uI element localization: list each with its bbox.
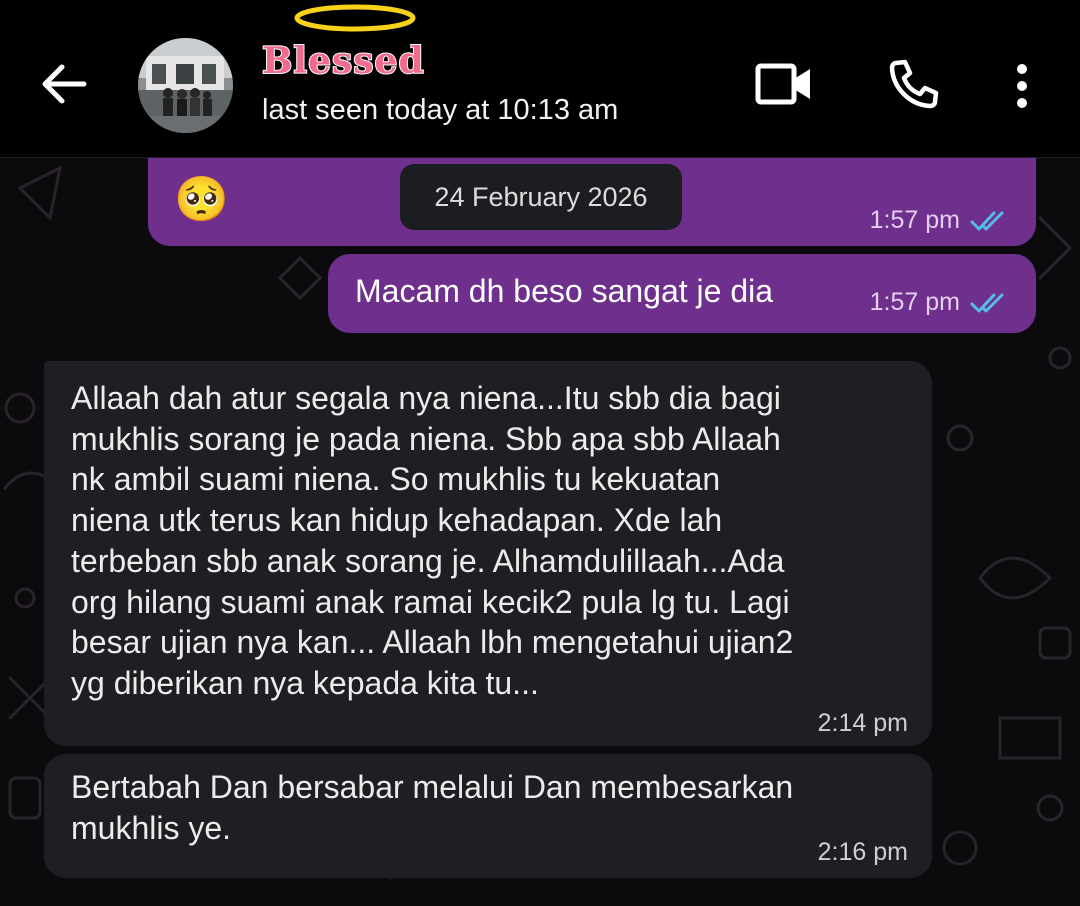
message-line: terbeban sbb anak sorang je. Alhamdulill… [71,542,785,579]
message-line: Allaah dah atur segala nya niena...Itu s… [71,380,781,416]
last-seen-status: last seen today at 10:13 am [262,94,619,126]
message-line: Bertabah Dan bersabar melalui Dan membes… [71,769,794,805]
message-text: Allaah dah atur segala nya niena...Itu s… [71,378,793,704]
message-line: niena utk terus kan hidup kehadapan. Xde… [71,502,723,539]
chat-area[interactable]: 🥺 1:57 pm 24 February 2026 Macam dh beso… [0,158,1080,906]
video-camera-icon[interactable] [755,62,813,106]
message-time: 2:14 pm [817,709,908,737]
outgoing-message-bubble[interactable]: Macam dh beso sangat je dia 1:57 pm [328,254,1036,333]
date-separator: 24 February 2026 [400,164,682,230]
message-meta: 1:57 pm [870,288,1010,317]
message-text: Macam dh beso sangat je dia [355,273,774,309]
chat-header: Blessed last seen today at 10:13 am [0,0,1080,158]
double-check-icon [970,211,1004,231]
message-line: yg diberikan nya kepada kita tu... [71,664,539,701]
message-time: 2:16 pm [817,838,908,866]
message-meta: 1:57 pm [870,206,1010,235]
message-line: org hilang suami anak ramai kecik2 pula … [71,583,790,620]
message-time: 1:57 pm [869,206,960,234]
message-line: nk ambil suami niena. So mukhlis tu keku… [71,461,721,498]
more-vertical-icon[interactable] [1008,60,1036,112]
incoming-message-bubble[interactable]: Bertabah Dan bersabar melalui Dan membes… [44,754,932,878]
halo-icon [294,4,416,32]
message-time: 1:57 pm [869,288,960,316]
message-line: mukhlis ye. [71,809,232,846]
incoming-message-bubble[interactable]: Allaah dah atur segala nya niena...Itu s… [44,361,932,746]
contact-name-sticker: Blessed [261,39,425,83]
message-text: Bertabah Dan bersabar melalui Dan membes… [71,767,793,848]
double-check-icon [970,293,1004,313]
contact-avatar[interactable] [138,38,233,133]
message-line: besar ujian nya kan... Allaah lbh menget… [71,624,794,661]
back-arrow-icon[interactable] [38,60,90,108]
message-line: mukhlis sorang je pada niena. Sbb apa sb… [71,420,781,457]
contact-title[interactable]: Blessed last seen today at 10:13 am [261,0,682,157]
phone-icon[interactable] [888,58,940,110]
pleading-face-emoji: 🥺 [174,175,229,224]
